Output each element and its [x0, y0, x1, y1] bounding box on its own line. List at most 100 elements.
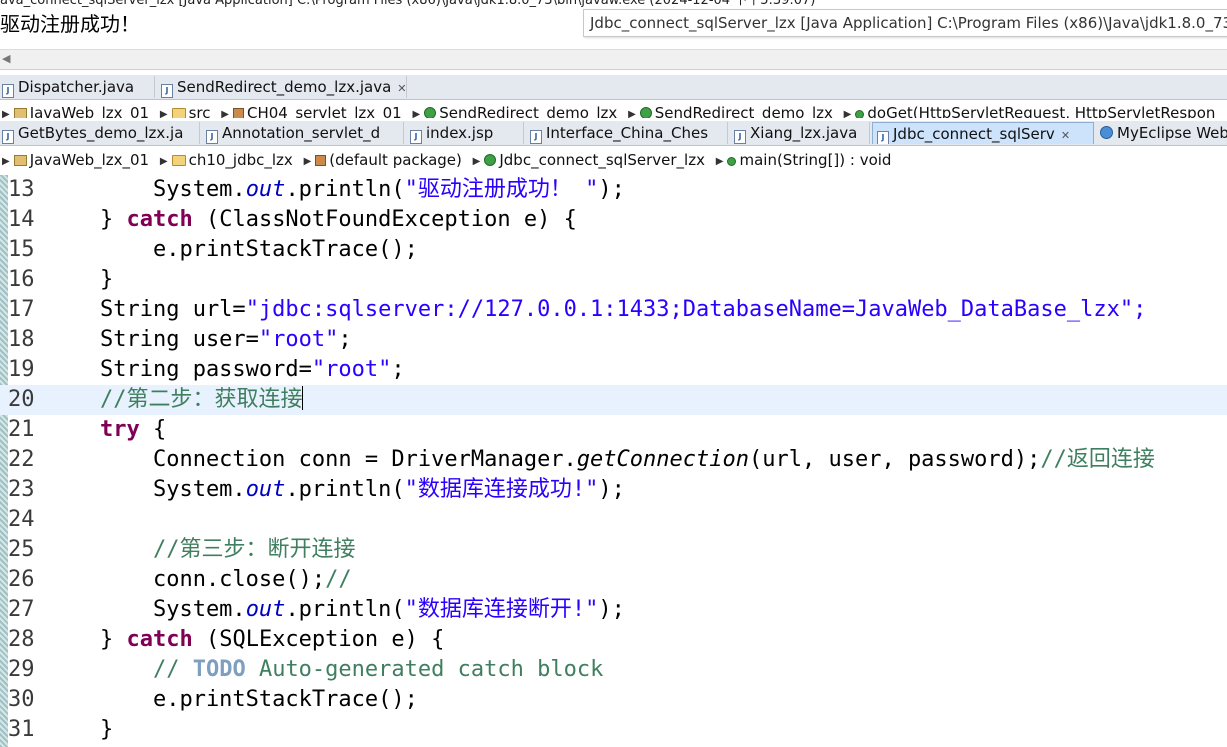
code-line[interactable]: 14 } catch (ClassNotFoundException e) {	[0, 205, 1227, 235]
close-icon[interactable]: ✕	[1061, 125, 1070, 144]
code-line[interactable]: 25 //第三步：断开连接	[0, 535, 1227, 565]
breadcrumb-file[interactable]: SendRedirect_demo_lzx	[424, 100, 617, 118]
breadcrumb-arrow-icon: ▶	[412, 109, 421, 118]
code-text: }	[47, 267, 114, 292]
code-line[interactable]: 26 conn.close();//	[0, 565, 1227, 595]
code-line[interactable]: 28 } catch (SQLException e) {	[0, 625, 1227, 655]
code-line[interactable]: 17 String url="jdbc:sqlserver://127.0.0.…	[0, 295, 1227, 325]
code-line[interactable]: 19 String password="root";	[0, 355, 1227, 385]
code-text: e.printStackTrace();	[47, 237, 418, 262]
method-icon	[855, 110, 865, 118]
code-line[interactable]: 30 e.printStackTrace();	[0, 685, 1227, 715]
tab-interface-china-chess[interactable]: J Interface_China_Ches	[526, 122, 728, 144]
class-icon	[484, 154, 497, 166]
tab-annotation-servlet[interactable]: J Annotation_servlet_d	[202, 122, 404, 144]
line-number: 25	[8, 537, 35, 562]
line-number: 15	[8, 237, 35, 262]
code-line[interactable]: 23 System.out.println("数据库连接成功!");	[0, 475, 1227, 505]
tab-getbytes-demo[interactable]: J GetBytes_demo_lzx.ja	[0, 122, 200, 144]
project-icon	[13, 108, 27, 118]
package-icon	[315, 155, 327, 166]
breadcrumb-project[interactable]: JavaWeb_lzx_01	[13, 100, 149, 118]
breadcrumb-method[interactable]: doGet(HttpServletRequest, HttpServletRes…	[855, 100, 1215, 118]
folder-icon	[171, 155, 186, 166]
java-file-icon: J	[2, 84, 14, 98]
console-output-line: 驱动注册成功！	[0, 12, 140, 36]
code-editor[interactable]: 13 System.out.println("驱动注册成功！ "); 14 } …	[0, 175, 1227, 747]
code-text: conn.close();//	[47, 567, 352, 592]
code-text: }	[47, 717, 114, 742]
package-icon	[232, 108, 244, 118]
line-number: 20	[8, 387, 35, 412]
code-line-current[interactable]: 20 //第二步：获取连接	[0, 385, 1227, 415]
breadcrumb-top: ▶ JavaWeb_lzx_01 ▶ src ▶ CH04_servlet_lzx_0…	[0, 100, 1227, 118]
breadcrumb-class[interactable]: Jdbc_connect_sqlServer_lzx	[484, 148, 705, 172]
code-line[interactable]: 15 e.printStackTrace();	[0, 235, 1227, 265]
code-line[interactable]: 18 String user="root";	[0, 325, 1227, 355]
folder-icon	[171, 108, 186, 118]
line-number: 22	[8, 447, 35, 472]
breadcrumb-source-folder[interactable]: ch10_jdbc_lzx	[171, 148, 293, 172]
code-line[interactable]: 29 // TODO Auto-generated catch block	[0, 655, 1227, 685]
line-number: 27	[8, 597, 35, 622]
java-file-icon: J	[161, 84, 173, 98]
code-text: String url="jdbc:sqlserver://127.0.0.1:1…	[47, 297, 1147, 322]
code-line[interactable]: 16 }	[0, 265, 1227, 295]
code-text: // TODO Auto-generated catch block	[152, 657, 604, 682]
breadcrumb-class[interactable]: SendRedirect_demo_lzx	[639, 100, 833, 118]
editor-tabbar-top: J Dispatcher.java J SendRedirect_demo_lzx.…	[0, 75, 1227, 100]
code-text: String user="root";	[47, 327, 352, 352]
code-text: try {	[99, 417, 167, 442]
line-number: 28	[8, 627, 35, 652]
code-text: //第三步：断开连接	[152, 537, 356, 562]
line-number: 17	[8, 297, 35, 322]
line-number: 14	[8, 207, 35, 232]
breadcrumb-method[interactable]: main(String[]) : void	[727, 148, 891, 172]
tab-myeclipse-web[interactable]: MyEclipse Web	[1096, 122, 1227, 144]
code-line[interactable]: 24	[0, 505, 1227, 535]
tab-index-jsp[interactable]: Jindex.jsp	[406, 122, 524, 144]
tab-xiang-lzx[interactable]: J Xiang_lzx.java	[730, 122, 870, 144]
tab-dispatcher-java[interactable]: J Dispatcher.java	[0, 76, 155, 98]
java-file-icon: J	[206, 130, 218, 144]
code-text: System.out.println("数据库连接断开!");	[47, 597, 625, 622]
line-number: 13	[8, 177, 35, 202]
breadcrumb-project[interactable]: JavaWeb_lzx_01	[13, 148, 149, 172]
line-number: 16	[8, 267, 35, 292]
breadcrumb-arrow-icon: ▶	[2, 109, 10, 118]
code-text: } catch (ClassNotFoundException e) {	[47, 207, 577, 232]
line-number: 30	[8, 687, 35, 712]
line-number: 26	[8, 567, 35, 592]
breadcrumb-src[interactable]: src	[171, 100, 211, 118]
code-text: System.out.println("驱动注册成功！ ");	[47, 177, 625, 202]
scroll-left-arrow-icon[interactable]: ◀	[2, 52, 10, 65]
class-icon	[424, 107, 437, 118]
code-line[interactable]: 27 System.out.println("数据库连接断开!");	[0, 595, 1227, 625]
code-line[interactable]: 13 System.out.println("驱动注册成功！ ");	[0, 175, 1227, 205]
breadcrumb-main: ▶ JavaWeb_lzx_01 ▶ ch10_jdbc_lzx ▶ (default…	[0, 148, 1227, 172]
breadcrumb-arrow-icon: ▶	[628, 109, 636, 118]
text-cursor	[302, 386, 304, 410]
breadcrumb-arrow-icon: ▶	[303, 156, 312, 167]
breadcrumb-arrow-icon: ▶	[843, 109, 852, 118]
tab-jdbc-connect-sqlserver[interactable]: J Jdbc_connect_sqlServ ✕	[872, 122, 1094, 144]
tab-sendredirect-demo-java[interactable]: J SendRedirect_demo_lzx.java ✕	[157, 76, 407, 98]
breadcrumb-arrow-icon: ▶	[472, 156, 481, 167]
line-number: 31	[8, 717, 35, 742]
java-file-icon: J	[530, 130, 542, 144]
breadcrumb-arrow-icon: ▶	[2, 156, 10, 167]
editor-tabbar-main: J GetBytes_demo_lzx.ja J Annotation_servle…	[0, 121, 1227, 146]
code-line[interactable]: 31 }	[0, 715, 1227, 745]
breadcrumb-package[interactable]: (default package)	[315, 148, 462, 172]
code-line[interactable]: 21 try {	[0, 415, 1227, 445]
breadcrumb-arrow-icon: ▶	[159, 109, 168, 118]
code-text: Connection conn = DriverManager.getConne…	[47, 447, 1155, 472]
line-number: 24	[8, 507, 35, 532]
console-process-label: ava_connect_sqlServer_lzx [Java Applicat…	[0, 0, 816, 8]
method-icon	[727, 157, 737, 166]
breadcrumb-package[interactable]: CH04_servlet_lzx_01	[232, 100, 402, 118]
line-number: 18	[8, 327, 35, 352]
close-icon[interactable]: ✕	[397, 78, 406, 98]
console-horizontal-scrollbar[interactable]: ◀	[0, 49, 1227, 70]
code-line[interactable]: 22 Connection conn = DriverManager.getCo…	[0, 445, 1227, 475]
